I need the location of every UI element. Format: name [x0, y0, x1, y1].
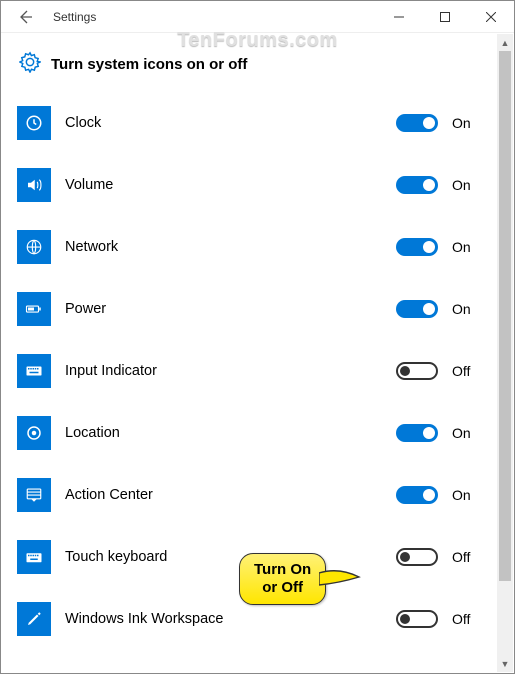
- setting-row: Power On: [17, 278, 498, 340]
- setting-row: Network On: [17, 216, 498, 278]
- keyboard-icon: [17, 354, 51, 388]
- power-icon: [17, 292, 51, 326]
- toggle-switch[interactable]: [396, 238, 438, 256]
- setting-label: Input Indicator: [65, 363, 382, 379]
- close-button[interactable]: [468, 1, 514, 33]
- callout-tail-icon: [319, 565, 361, 593]
- arrow-left-icon: [17, 9, 33, 25]
- setting-row: Location On: [17, 402, 498, 464]
- setting-row: Clock On: [17, 92, 498, 154]
- toggle-switch[interactable]: [396, 486, 438, 504]
- maximize-button[interactable]: [422, 1, 468, 33]
- toggle-switch[interactable]: [396, 548, 438, 566]
- gear-icon: [19, 51, 41, 78]
- setting-row: Action Center On: [17, 464, 498, 526]
- setting-label: Power: [65, 301, 382, 317]
- setting-label: Location: [65, 425, 382, 441]
- annotation-callout: Turn On or Off: [239, 553, 326, 605]
- touch-keyboard-icon: [17, 540, 51, 574]
- titlebar: Settings: [1, 1, 514, 33]
- toggle-state-label: On: [452, 239, 480, 255]
- window-title: Settings: [53, 10, 96, 24]
- maximize-icon: [440, 12, 450, 22]
- toggle-state-label: Off: [452, 363, 480, 379]
- action-center-icon: [17, 478, 51, 512]
- callout-line2: or Off: [254, 579, 311, 597]
- back-button[interactable]: [1, 1, 49, 33]
- setting-row: Input Indicator Off: [17, 340, 498, 402]
- setting-label: Network: [65, 239, 382, 255]
- minimize-icon: [394, 12, 404, 22]
- minimize-button[interactable]: [376, 1, 422, 33]
- toggle-switch[interactable]: [396, 176, 438, 194]
- toggle-state-label: On: [452, 487, 480, 503]
- clock-icon: [17, 106, 51, 140]
- toggle-state-label: Off: [452, 549, 480, 565]
- setting-label: Action Center: [65, 487, 382, 503]
- page-title: Turn system icons on or off: [51, 56, 247, 73]
- toggle-state-label: On: [452, 115, 480, 131]
- toggle-switch[interactable]: [396, 300, 438, 318]
- page-header: Turn system icons on or off: [1, 33, 514, 86]
- scroll-down-arrow[interactable]: ▼: [497, 655, 513, 672]
- scrollbar-thumb[interactable]: [499, 51, 511, 581]
- window-controls: [376, 1, 514, 33]
- toggle-state-label: On: [452, 301, 480, 317]
- scroll-up-arrow[interactable]: ▲: [497, 34, 513, 51]
- pen-icon: [17, 602, 51, 636]
- callout-line1: Turn On: [254, 561, 311, 579]
- close-icon: [486, 12, 496, 22]
- toggle-switch[interactable]: [396, 362, 438, 380]
- setting-label: Volume: [65, 177, 382, 193]
- setting-label: Clock: [65, 115, 382, 131]
- location-icon: [17, 416, 51, 450]
- network-icon: [17, 230, 51, 264]
- toggle-switch[interactable]: [396, 114, 438, 132]
- setting-label: Windows Ink Workspace: [65, 611, 382, 627]
- scrollbar[interactable]: ▲ ▼: [497, 34, 513, 672]
- volume-icon: [17, 168, 51, 202]
- setting-row: Volume On: [17, 154, 498, 216]
- toggle-state-label: Off: [452, 611, 480, 627]
- toggle-state-label: On: [452, 177, 480, 193]
- toggle-state-label: On: [452, 425, 480, 441]
- setting-label: Touch keyboard: [65, 549, 382, 565]
- toggle-switch[interactable]: [396, 424, 438, 442]
- toggle-switch[interactable]: [396, 610, 438, 628]
